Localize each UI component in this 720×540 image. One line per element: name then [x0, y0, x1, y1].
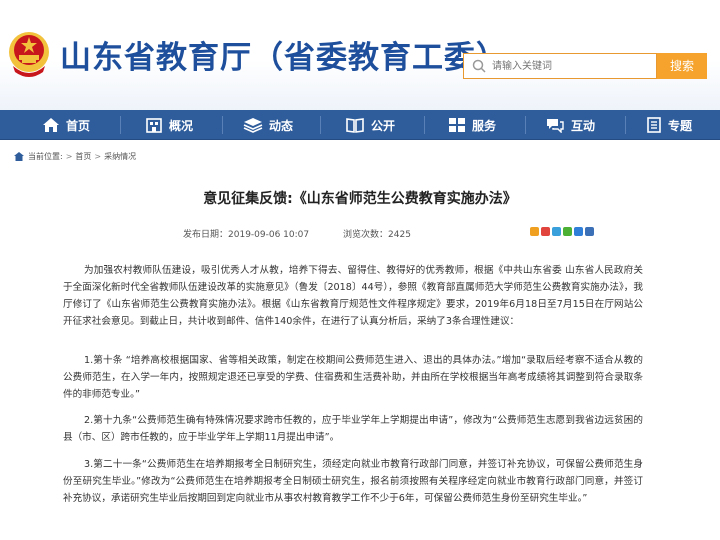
nav-label: 动态: [269, 118, 294, 133]
share-wechat-icon[interactable]: [563, 227, 572, 236]
share-bar: [530, 227, 594, 236]
nav-item-interact[interactable]: 互动: [545, 110, 595, 140]
share-more-icon[interactable]: [585, 227, 594, 236]
nav-divider: [424, 116, 425, 134]
search-input[interactable]: [492, 56, 652, 76]
nav-divider: [525, 116, 526, 134]
article-title: 意见征集反馈:《山东省师范生公费教育实施办法》: [203, 191, 517, 207]
search-icon: [472, 59, 486, 73]
nav-item-public[interactable]: 公开: [345, 110, 395, 140]
nav-item-news[interactable]: 动态: [243, 110, 293, 140]
share-renren-icon[interactable]: [574, 227, 583, 236]
nav-label: 概况: [169, 118, 194, 133]
breadcrumb-home-link[interactable]: 首页: [75, 151, 91, 162]
breadcrumb-separator: >: [94, 152, 102, 161]
grid-icon: [449, 118, 465, 132]
breadcrumb: 当前位置: > 首页 > 采纳情况: [14, 151, 136, 162]
article-paragraph: 1.第十条 “培养高校根据国家、省等相关政策，制定在校期间公费师范生进入、退出的…: [63, 355, 643, 400]
book-icon: [346, 118, 364, 133]
site-header: 山东省教育厅（省委教育工委） 搜索: [0, 0, 720, 110]
search-box[interactable]: [463, 53, 657, 79]
publish-date-label: 发布日期：: [183, 230, 229, 240]
building-icon: [146, 118, 162, 133]
home-icon: [43, 118, 59, 132]
breadcrumb-current[interactable]: 采纳情况: [104, 151, 136, 162]
stack-icon: [243, 118, 263, 133]
nav-item-home[interactable]: 首页: [42, 110, 90, 140]
share-qzone-icon[interactable]: [530, 227, 539, 236]
breadcrumb-separator: >: [65, 152, 73, 161]
nav-divider: [222, 116, 223, 134]
national-emblem-icon: [9, 32, 49, 77]
search-button[interactable]: 搜索: [657, 53, 707, 79]
view-count: 浏览次数：2425: [343, 227, 411, 240]
main-nav: 首页 概况 动态 公开 服务 互动 专题: [0, 110, 720, 140]
view-count-label: 浏览次数：: [343, 230, 389, 240]
nav-divider: [320, 116, 321, 134]
share-weibo-icon[interactable]: [541, 227, 550, 236]
article-paragraph: 为加强农村教师队伍建设，吸引优秀人才从教，培养下得去、留得住、教得好的优秀教师，…: [63, 265, 643, 327]
nav-item-service[interactable]: 服务: [448, 110, 496, 140]
nav-label: 服务: [472, 118, 497, 133]
nav-divider: [625, 116, 626, 134]
article-paragraph: 2.第十九条“公费师范生确有特殊情况要求跨市任教的，应于毕业学年上学期提出申请”…: [63, 415, 643, 443]
share-tencent-icon[interactable]: [552, 227, 561, 236]
nav-label: 公开: [371, 118, 396, 133]
view-count-value: 2425: [388, 230, 411, 240]
chat-icon: [547, 119, 564, 133]
home-icon: [14, 152, 24, 161]
publish-date: 发布日期：2019-09-06 10:07: [183, 227, 309, 240]
article-paragraph: 3.第二十一条“公费师范生在培养期报考全日制研究生，须经定向就业市教育行政部门同…: [63, 459, 643, 504]
site-title[interactable]: 山东省教育厅（省委教育工委）: [60, 32, 508, 77]
nav-label: 专题: [668, 118, 693, 133]
nav-item-topics[interactable]: 专题: [646, 110, 692, 140]
nav-divider: [120, 116, 121, 134]
publish-date-value: 2019-09-06 10:07: [228, 230, 310, 240]
nav-label: 互动: [571, 118, 596, 133]
nav-item-overview[interactable]: 概况: [145, 110, 193, 140]
nav-label: 首页: [66, 118, 91, 133]
breadcrumb-prefix: 当前位置:: [28, 152, 63, 161]
document-icon: [647, 117, 661, 133]
